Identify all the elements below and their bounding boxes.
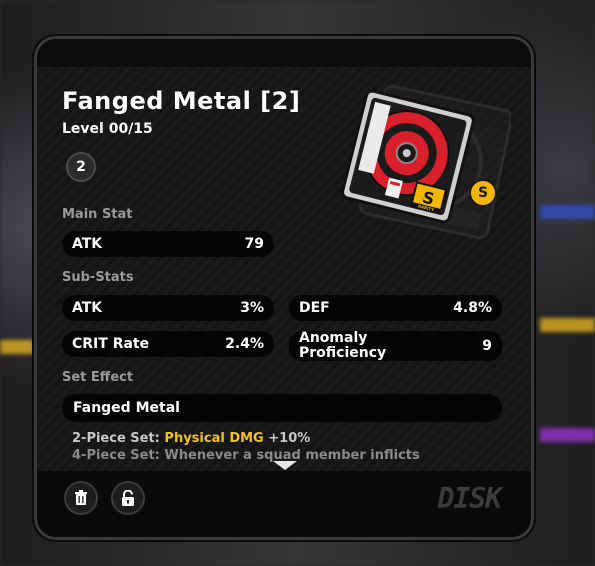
two-piece-highlight: Physical DMG [164, 431, 264, 446]
sub-stat-value: 3% [240, 300, 264, 316]
main-stat-name: ATK [72, 235, 103, 252]
set-effect-label: Set Effect [62, 370, 134, 385]
sub-stat-value: 4.8% [453, 300, 492, 316]
set-name-row: Fanged Metal [62, 394, 502, 422]
tier-number: 2 [76, 159, 86, 175]
tier-badge: 2 [66, 152, 96, 182]
unlock-icon [122, 490, 134, 506]
disc-artwork: S RARITY [311, 81, 513, 241]
trash-icon [75, 490, 87, 505]
sub-stat-name: DEF [299, 299, 330, 316]
main-stat-row: ATK 79 [62, 231, 274, 257]
discard-button[interactable] [64, 481, 98, 515]
sub-stat-row: Anomaly Proficiency 9 [289, 331, 502, 361]
four-piece-effect: 4-Piece Set: Whenever a squad member inf… [72, 448, 420, 463]
panel-header-bar [37, 39, 531, 67]
sub-stats-label: Sub-Stats [62, 270, 134, 285]
disk-title: Fanged Metal [2] [62, 87, 301, 115]
sub-stat-row: ATK 3% [62, 295, 274, 321]
sub-stat-row: DEF 4.8% [289, 295, 502, 321]
rank-icon: S [469, 179, 497, 207]
sub-stat-name: Anomaly Proficiency [299, 330, 387, 361]
background-strip [540, 318, 595, 332]
sub-stat-name: ATK [72, 299, 103, 316]
sub-stat-value: 2.4% [225, 336, 264, 352]
rank-letter: S [477, 185, 489, 201]
category-label: DISK [437, 482, 502, 515]
set-name: Fanged Metal [73, 400, 180, 416]
background-strip [540, 205, 595, 219]
two-piece-effect: 2-Piece Set: Physical DMG +10% [72, 431, 310, 446]
main-stat-label: Main Stat [62, 207, 133, 222]
scroll-down-icon[interactable] [273, 461, 297, 470]
lock-button[interactable] [111, 481, 145, 515]
disc-illustration: S RARITY [341, 84, 513, 240]
disk-detail-panel: Fanged Metal [2] Level 00/15 2 S RARITY … [34, 36, 534, 540]
background-strip [540, 428, 595, 442]
disk-level: Level 00/15 [62, 121, 153, 137]
background-strip [0, 340, 34, 354]
two-piece-prefix: 2-Piece Set: [72, 431, 165, 446]
two-piece-suffix: +10% [263, 431, 311, 446]
main-stat-value: 79 [244, 236, 264, 252]
sub-stat-value: 9 [482, 338, 492, 354]
sub-stat-row: CRIT Rate 2.4% [62, 331, 274, 357]
sub-stat-name: CRIT Rate [72, 335, 150, 352]
